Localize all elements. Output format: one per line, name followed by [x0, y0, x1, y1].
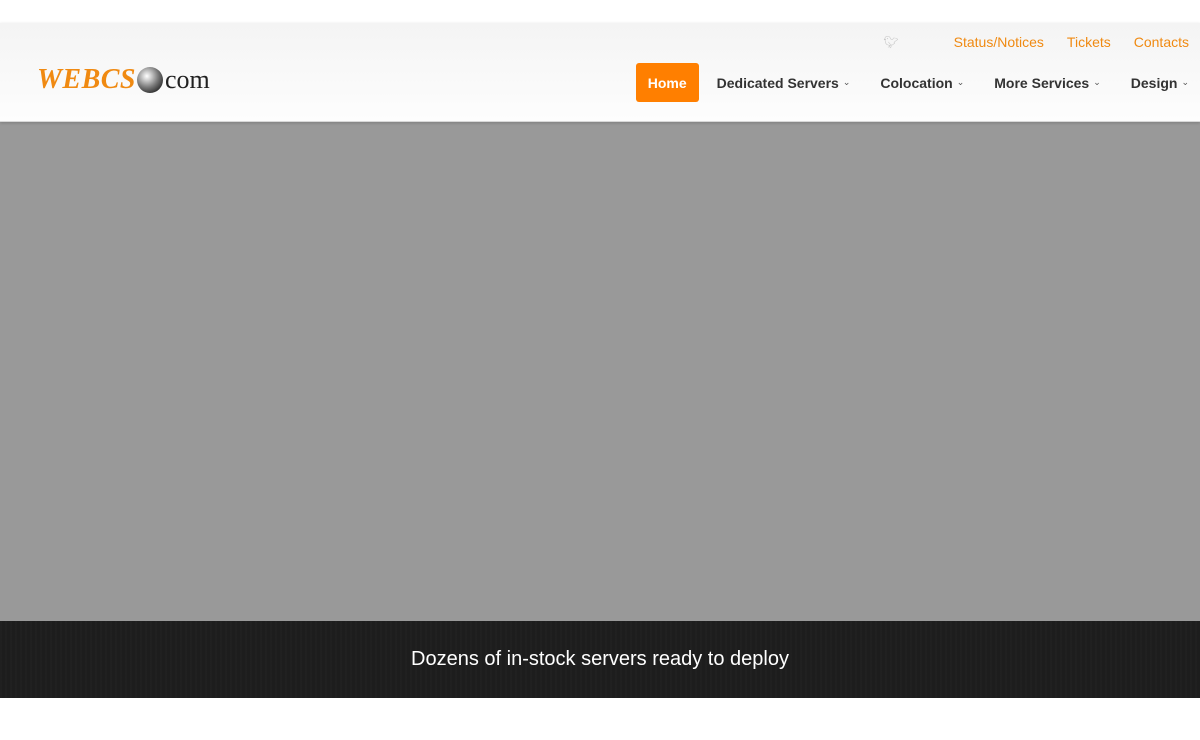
chevron-down-icon: ⌄: [1181, 77, 1189, 87]
nav-item-label: Dedicated Servers: [716, 74, 839, 91]
nav-item-design[interactable]: Design ⌄: [1131, 75, 1189, 91]
top-spacer: [0, 0, 1200, 23]
nav-item-label: Colocation: [880, 74, 953, 91]
chevron-down-icon: ⌄: [956, 77, 965, 87]
caption-band: Dozens of in-stock servers ready to depl…: [0, 621, 1200, 698]
site-header: WEBCS com 🐦︎ Status/Notices Tickets Cont…: [0, 23, 1200, 122]
nav-item-label: More Services: [994, 74, 1090, 91]
hero-banner: [0, 122, 1200, 621]
logo-sphere-icon: [137, 67, 163, 93]
status-notices-link[interactable]: Status/Notices: [954, 34, 1044, 50]
nav-home-button[interactable]: Home: [635, 63, 699, 102]
contacts-link[interactable]: Contacts: [1134, 34, 1189, 50]
logo-suffix-text: com: [165, 65, 210, 94]
nav-item-more-services[interactable]: More Services ⌄: [994, 75, 1101, 91]
twitter-icon[interactable]: 🐦︎: [883, 35, 898, 49]
nav-item-colocation[interactable]: Colocation ⌄: [880, 75, 964, 91]
main-nav: Home Dedicated Servers ⌄ Colocation ⌄ Mo…: [635, 63, 1189, 102]
chevron-down-icon: ⌄: [1093, 77, 1101, 87]
logo-brand-text: WEBCS: [37, 64, 136, 95]
nav-item-dedicated-servers[interactable]: Dedicated Servers ⌄: [717, 75, 851, 91]
site-logo[interactable]: WEBCS com: [37, 64, 210, 95]
caption-text: Dozens of in-stock servers ready to depl…: [411, 648, 789, 670]
nav-item-label: Design: [1130, 74, 1178, 91]
chevron-down-icon: ⌄: [842, 77, 851, 87]
top-links: 🐦︎ Status/Notices Tickets Contacts: [883, 34, 1189, 50]
tickets-link[interactable]: Tickets: [1067, 34, 1111, 50]
